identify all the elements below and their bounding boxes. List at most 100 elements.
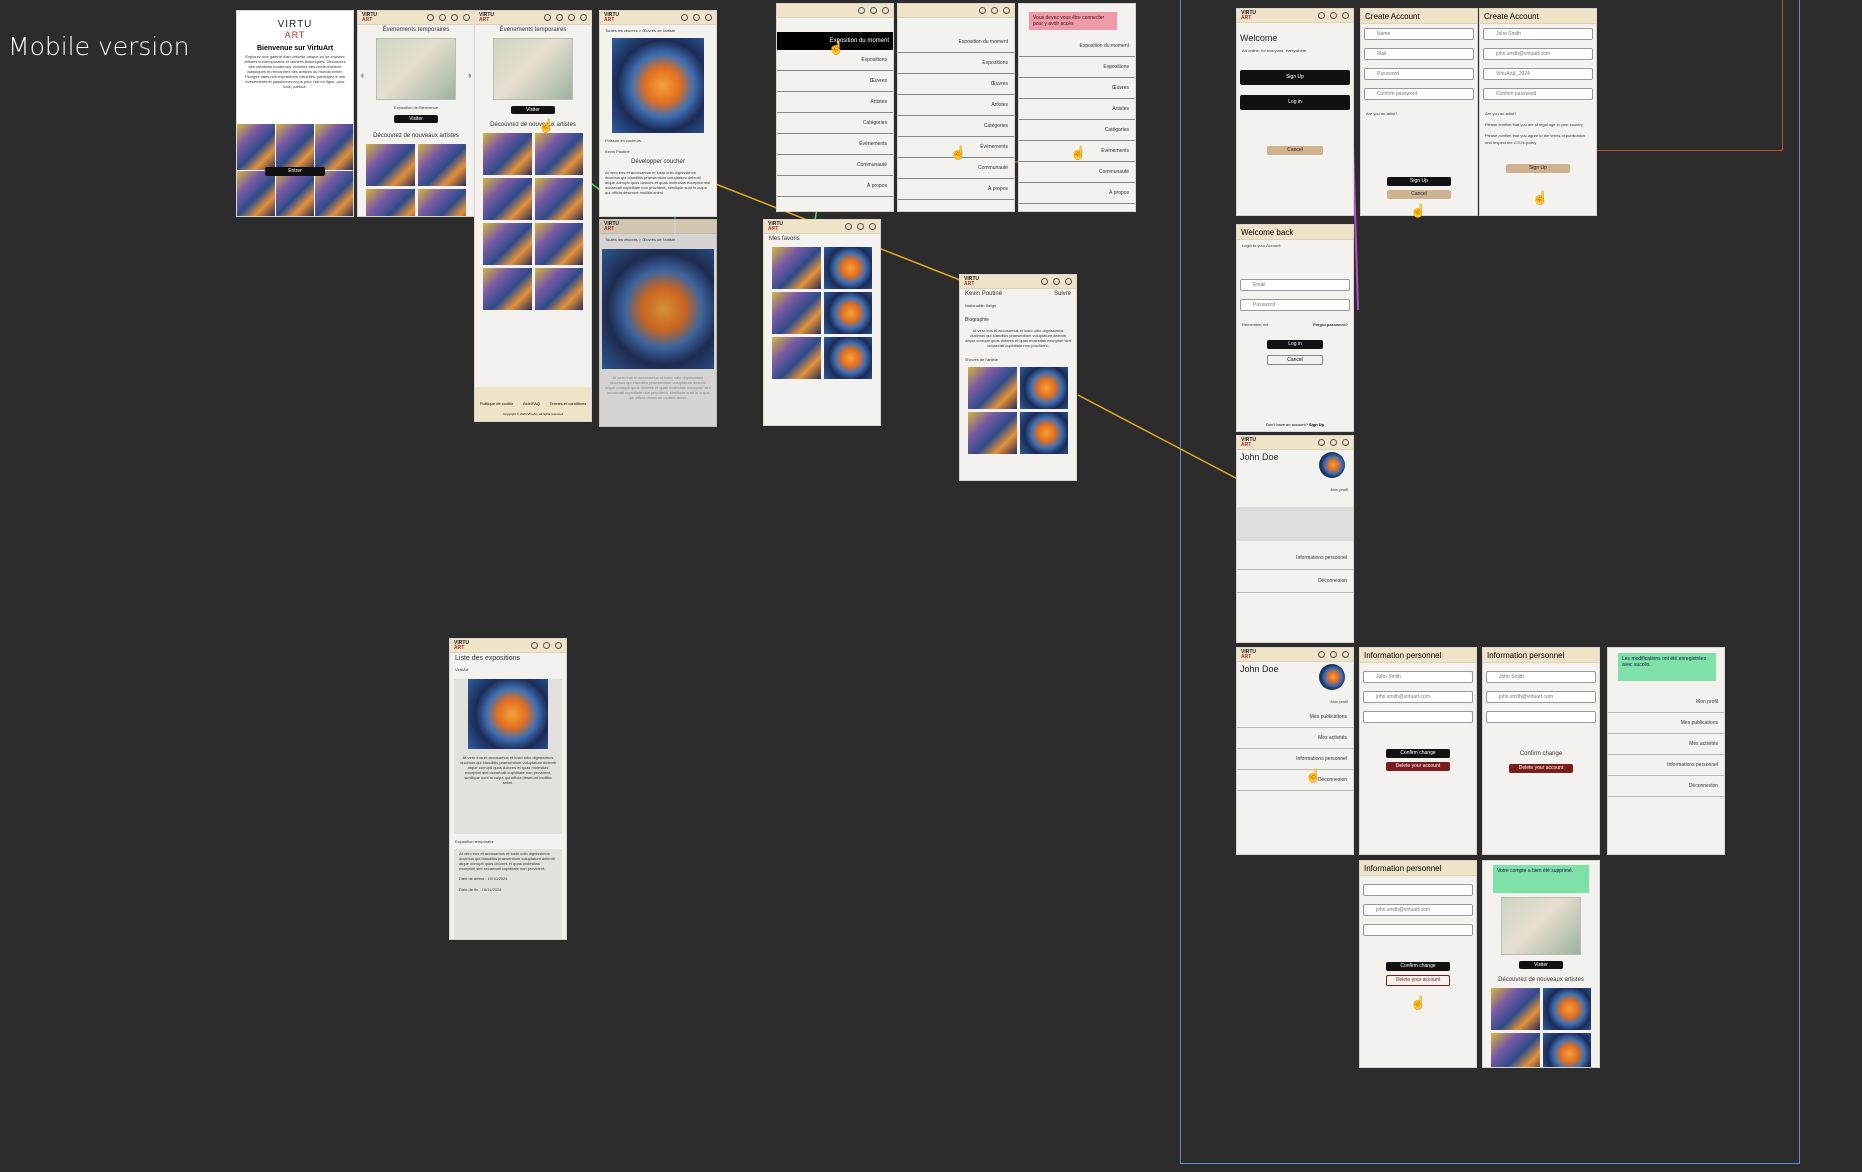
sign-up-link[interactable]: Sign Up [1309, 422, 1324, 427]
password-input[interactable]: Password [1364, 68, 1474, 80]
search-icon[interactable] [1318, 12, 1325, 19]
artwork-thumb[interactable] [237, 170, 275, 216]
menu-icon[interactable] [1342, 12, 1349, 19]
visit-button[interactable]: Visiter [394, 115, 438, 123]
heart-icon[interactable] [857, 223, 864, 230]
profile-item-info[interactable]: Informations personnel [1237, 547, 1353, 570]
menu-icon[interactable] [555, 642, 562, 649]
favorite-thumb[interactable] [823, 292, 872, 334]
heart-icon[interactable] [543, 642, 550, 649]
search-icon[interactable] [1041, 278, 1048, 285]
heart-icon[interactable] [1053, 278, 1060, 285]
artwork-image[interactable] [612, 38, 704, 133]
search-icon[interactable] [544, 14, 551, 21]
artist-thumb[interactable] [1491, 988, 1540, 1030]
profile-item-activities[interactable]: Mes activités [1237, 728, 1353, 749]
delete-account-button[interactable]: Delete your account [1509, 764, 1573, 773]
artwork-thumb[interactable] [968, 412, 1017, 454]
artist-thumb[interactable] [366, 189, 415, 216]
heart-icon[interactable] [1330, 651, 1337, 658]
artwork-thumb[interactable] [315, 170, 353, 216]
artist-thumb[interactable] [534, 178, 583, 220]
heart-icon[interactable] [1330, 12, 1337, 19]
artwork-thumb[interactable] [1019, 367, 1068, 409]
visit-button[interactable]: Visiter [511, 106, 555, 114]
user-icon[interactable] [568, 14, 575, 21]
search-icon[interactable] [1318, 651, 1325, 658]
confirm-password-input[interactable]: Confirm password [1483, 88, 1593, 100]
favorite-thumb[interactable] [772, 247, 821, 289]
artist-question[interactable]: Are you an artist? [1480, 108, 1596, 119]
my-profile-link[interactable]: Mon profil [1237, 484, 1353, 495]
footer-link[interactable]: Aide/FAQ [523, 401, 540, 406]
menu-item-oeuvres[interactable]: Œuvres [777, 71, 893, 92]
sign-up-button[interactable]: Sign Up [1506, 164, 1570, 173]
remember-me-checkbox[interactable]: Remember me [1237, 319, 1273, 330]
profile-item-activities[interactable]: Mes activités [1608, 734, 1724, 755]
artwork-image-large[interactable] [602, 249, 714, 369]
avatar[interactable] [1319, 664, 1345, 690]
menu-item-apropos[interactable]: À propos [1019, 183, 1135, 204]
age-consent[interactable]: Please confirm that you are of legal age… [1480, 119, 1596, 130]
password-input[interactable] [1363, 711, 1473, 723]
profile-item-logout[interactable]: Déconnexion [1237, 570, 1353, 593]
name-input[interactable]: John Smith [1483, 28, 1593, 40]
heart-icon[interactable] [439, 14, 446, 21]
user-icon[interactable] [991, 7, 998, 14]
search-icon[interactable] [979, 7, 986, 14]
artist-thumb[interactable] [483, 268, 532, 310]
profile-item-info[interactable]: Informations personnel [1237, 749, 1353, 770]
artist-thumb[interactable] [483, 133, 532, 175]
expo-image[interactable] [468, 679, 548, 749]
menu-item-artistes[interactable]: Artistes [1019, 99, 1135, 120]
enter-button[interactable]: Entrer [265, 167, 325, 176]
artwork-thumb[interactable] [276, 124, 314, 170]
artwork-thumb[interactable] [315, 124, 353, 170]
my-profile-link[interactable]: Mon profil [1608, 692, 1724, 713]
artist-thumb[interactable] [534, 133, 583, 175]
name-input[interactable]: John Smith [1486, 671, 1596, 683]
mail-input[interactable]: john.smith@virtuart.com [1486, 691, 1596, 703]
artist-question[interactable]: Are you an artist? [1361, 108, 1477, 119]
menu-icon[interactable] [705, 14, 712, 21]
artist-thumb[interactable] [1542, 1033, 1591, 1067]
menu-item-categories[interactable]: Catégories [1019, 120, 1135, 141]
menu-icon[interactable] [1342, 439, 1349, 446]
name-input[interactable]: John Smith [1363, 671, 1473, 683]
menu-item-communaute[interactable]: Communauté [898, 158, 1014, 179]
menu-item-apropos[interactable]: À propos [898, 179, 1014, 200]
name-input[interactable]: Name [1364, 28, 1474, 40]
menu-item-artistes[interactable]: Artistes [777, 92, 893, 113]
prev-arrow-icon[interactable]: ‹ [361, 71, 364, 80]
follow-button[interactable]: Suivre [1049, 289, 1076, 300]
favorite-thumb[interactable] [823, 247, 872, 289]
sign-up-button[interactable]: Sign Up [1387, 177, 1451, 186]
breadcrumb[interactable]: Toutes les œuvres > Œuvres de l'artiste [600, 25, 716, 36]
my-profile-link[interactable]: Mon profil [1237, 696, 1353, 707]
menu-icon[interactable] [869, 223, 876, 230]
artwork-thumb[interactable] [968, 367, 1017, 409]
password-input[interactable]: VirtuArt&_2024 [1483, 68, 1593, 80]
email-input[interactable]: Email [1240, 279, 1350, 291]
heart-icon[interactable] [693, 14, 700, 21]
artwork-thumb[interactable] [1019, 412, 1068, 454]
artist-thumb[interactable] [534, 268, 583, 310]
profile-item-publications[interactable]: Mes publications [1237, 707, 1353, 728]
favorite-thumb[interactable] [823, 337, 872, 379]
avatar[interactable] [1319, 452, 1345, 478]
artwork-thumb[interactable] [237, 124, 275, 170]
artist-thumb[interactable] [1542, 988, 1591, 1030]
artist-thumb[interactable] [483, 223, 532, 265]
menu-item-communaute[interactable]: Communauté [777, 155, 893, 176]
artist-thumb[interactable] [417, 144, 466, 186]
sign-up-button[interactable]: Sign Up [1240, 70, 1350, 85]
name-input[interactable] [1363, 884, 1473, 896]
confirm-password-input[interactable]: Confirm password [1364, 88, 1474, 100]
menu-item-apropos[interactable]: À propos [777, 176, 893, 197]
profile-item-publications[interactable]: Mes publications [1608, 713, 1724, 734]
menu-icon[interactable] [1065, 278, 1072, 285]
heart-icon[interactable] [556, 14, 563, 21]
search-icon[interactable] [1318, 439, 1325, 446]
terms-consent[interactable]: Please confirm that you agree to the ter… [1480, 130, 1596, 148]
forgot-password-link[interactable]: Forgot password? [1308, 319, 1353, 330]
